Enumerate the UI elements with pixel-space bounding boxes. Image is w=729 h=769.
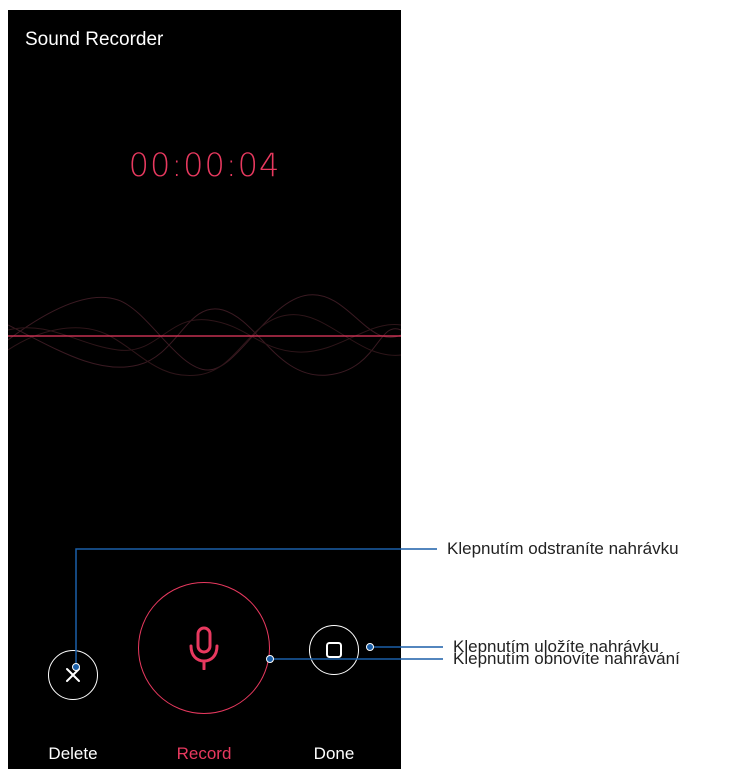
app-title: Sound Recorder	[25, 29, 164, 50]
waveform-trace-1	[8, 294, 401, 371]
recorder-screen: Sound Recorder 00:00:04 Delete Record Do…	[8, 10, 401, 769]
close-icon	[66, 668, 80, 682]
waveform-trace-3	[8, 314, 401, 377]
stop-square-icon	[326, 642, 342, 658]
elapsed-timer: 00:00:04	[128, 146, 281, 184]
record-button[interactable]	[138, 582, 270, 714]
done-label: Done	[313, 744, 355, 763]
callout-done-text: Klepnutím uložíte nahrávku	[453, 637, 660, 656]
callout-delete-text: Klepnutím odstraníte nahrávku	[447, 539, 679, 558]
audio-waveform	[8, 294, 401, 377]
delete-button[interactable]	[48, 650, 98, 700]
done-button[interactable]	[309, 625, 359, 675]
record-label: Record	[176, 744, 232, 763]
microphone-icon	[189, 626, 219, 670]
delete-label: Delete	[48, 744, 98, 763]
